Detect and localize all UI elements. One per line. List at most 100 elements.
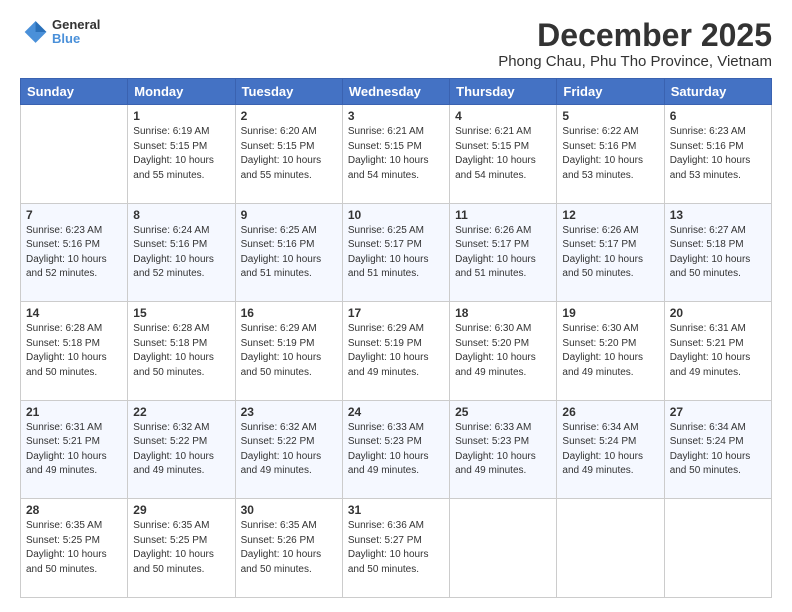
day-number: 2 bbox=[241, 109, 337, 123]
daylight-text: Daylight: 10 hours and 49 minutes. bbox=[241, 451, 322, 477]
sunrise-text: Sunrise: 6:26 AM bbox=[455, 225, 531, 236]
sunset-text: Sunset: 5:15 PM bbox=[241, 141, 315, 152]
day-info: Sunrise: 6:21 AM Sunset: 5:15 PM Dayligh… bbox=[348, 125, 444, 183]
daylight-text: Daylight: 10 hours and 49 minutes. bbox=[455, 352, 536, 378]
day-number: 15 bbox=[133, 306, 229, 320]
sunrise-text: Sunrise: 6:19 AM bbox=[133, 126, 209, 137]
daylight-text: Daylight: 10 hours and 49 minutes. bbox=[26, 451, 107, 477]
sunset-text: Sunset: 5:16 PM bbox=[133, 239, 207, 250]
table-row: 27 Sunrise: 6:34 AM Sunset: 5:24 PM Dayl… bbox=[664, 400, 771, 499]
sunrise-text: Sunrise: 6:28 AM bbox=[133, 323, 209, 334]
col-monday: Monday bbox=[128, 79, 235, 105]
day-number: 3 bbox=[348, 109, 444, 123]
day-number: 9 bbox=[241, 208, 337, 222]
day-info: Sunrise: 6:19 AM Sunset: 5:15 PM Dayligh… bbox=[133, 125, 229, 183]
title-block: December 2025 Phong Chau, Phu Tho Provin… bbox=[498, 18, 772, 70]
daylight-text: Daylight: 10 hours and 50 minutes. bbox=[133, 549, 214, 575]
day-info: Sunrise: 6:26 AM Sunset: 5:17 PM Dayligh… bbox=[562, 224, 658, 282]
day-info: Sunrise: 6:26 AM Sunset: 5:17 PM Dayligh… bbox=[455, 224, 551, 282]
col-friday: Friday bbox=[557, 79, 664, 105]
day-info: Sunrise: 6:20 AM Sunset: 5:15 PM Dayligh… bbox=[241, 125, 337, 183]
calendar-week-row: 7 Sunrise: 6:23 AM Sunset: 5:16 PM Dayli… bbox=[21, 203, 772, 302]
calendar-title: December 2025 bbox=[498, 18, 772, 53]
day-number: 14 bbox=[26, 306, 122, 320]
sunset-text: Sunset: 5:25 PM bbox=[133, 535, 207, 546]
sunrise-text: Sunrise: 6:21 AM bbox=[348, 126, 424, 137]
sunrise-text: Sunrise: 6:25 AM bbox=[348, 225, 424, 236]
sunset-text: Sunset: 5:16 PM bbox=[241, 239, 315, 250]
daylight-text: Daylight: 10 hours and 50 minutes. bbox=[26, 549, 107, 575]
day-info: Sunrise: 6:31 AM Sunset: 5:21 PM Dayligh… bbox=[26, 421, 122, 479]
day-number: 20 bbox=[670, 306, 766, 320]
sunrise-text: Sunrise: 6:23 AM bbox=[670, 126, 746, 137]
sunrise-text: Sunrise: 6:27 AM bbox=[670, 225, 746, 236]
logo-line2: Blue bbox=[52, 32, 100, 46]
day-info: Sunrise: 6:34 AM Sunset: 5:24 PM Dayligh… bbox=[562, 421, 658, 479]
calendar-header-row: Sunday Monday Tuesday Wednesday Thursday… bbox=[21, 79, 772, 105]
day-number: 23 bbox=[241, 405, 337, 419]
day-info: Sunrise: 6:25 AM Sunset: 5:16 PM Dayligh… bbox=[241, 224, 337, 282]
day-number: 21 bbox=[26, 405, 122, 419]
sunrise-text: Sunrise: 6:34 AM bbox=[562, 422, 638, 433]
day-info: Sunrise: 6:28 AM Sunset: 5:18 PM Dayligh… bbox=[26, 322, 122, 380]
table-row: 7 Sunrise: 6:23 AM Sunset: 5:16 PM Dayli… bbox=[21, 203, 128, 302]
daylight-text: Daylight: 10 hours and 50 minutes. bbox=[26, 352, 107, 378]
table-row: 3 Sunrise: 6:21 AM Sunset: 5:15 PM Dayli… bbox=[342, 105, 449, 204]
daylight-text: Daylight: 10 hours and 50 minutes. bbox=[241, 352, 322, 378]
daylight-text: Daylight: 10 hours and 49 minutes. bbox=[562, 451, 643, 477]
sunrise-text: Sunrise: 6:29 AM bbox=[348, 323, 424, 334]
sunset-text: Sunset: 5:22 PM bbox=[241, 436, 315, 447]
daylight-text: Daylight: 10 hours and 51 minutes. bbox=[455, 254, 536, 280]
day-number: 22 bbox=[133, 405, 229, 419]
day-info: Sunrise: 6:23 AM Sunset: 5:16 PM Dayligh… bbox=[670, 125, 766, 183]
day-info: Sunrise: 6:34 AM Sunset: 5:24 PM Dayligh… bbox=[670, 421, 766, 479]
col-saturday: Saturday bbox=[664, 79, 771, 105]
sunset-text: Sunset: 5:15 PM bbox=[133, 141, 207, 152]
sunrise-text: Sunrise: 6:20 AM bbox=[241, 126, 317, 137]
table-row bbox=[21, 105, 128, 204]
day-info: Sunrise: 6:22 AM Sunset: 5:16 PM Dayligh… bbox=[562, 125, 658, 183]
sunrise-text: Sunrise: 6:36 AM bbox=[348, 520, 424, 531]
sunset-text: Sunset: 5:27 PM bbox=[348, 535, 422, 546]
sunset-text: Sunset: 5:23 PM bbox=[455, 436, 529, 447]
table-row: 5 Sunrise: 6:22 AM Sunset: 5:16 PM Dayli… bbox=[557, 105, 664, 204]
table-row: 18 Sunrise: 6:30 AM Sunset: 5:20 PM Dayl… bbox=[450, 302, 557, 401]
sunset-text: Sunset: 5:18 PM bbox=[670, 239, 744, 250]
day-info: Sunrise: 6:33 AM Sunset: 5:23 PM Dayligh… bbox=[455, 421, 551, 479]
day-number: 6 bbox=[670, 109, 766, 123]
calendar-week-row: 14 Sunrise: 6:28 AM Sunset: 5:18 PM Dayl… bbox=[21, 302, 772, 401]
day-info: Sunrise: 6:35 AM Sunset: 5:25 PM Dayligh… bbox=[133, 519, 229, 577]
sunrise-text: Sunrise: 6:29 AM bbox=[241, 323, 317, 334]
sunset-text: Sunset: 5:15 PM bbox=[455, 141, 529, 152]
daylight-text: Daylight: 10 hours and 49 minutes. bbox=[455, 451, 536, 477]
daylight-text: Daylight: 10 hours and 55 minutes. bbox=[241, 155, 322, 181]
daylight-text: Daylight: 10 hours and 52 minutes. bbox=[26, 254, 107, 280]
table-row: 22 Sunrise: 6:32 AM Sunset: 5:22 PM Dayl… bbox=[128, 400, 235, 499]
daylight-text: Daylight: 10 hours and 54 minutes. bbox=[455, 155, 536, 181]
calendar-week-row: 21 Sunrise: 6:31 AM Sunset: 5:21 PM Dayl… bbox=[21, 400, 772, 499]
sunset-text: Sunset: 5:15 PM bbox=[348, 141, 422, 152]
sunrise-text: Sunrise: 6:33 AM bbox=[455, 422, 531, 433]
day-number: 25 bbox=[455, 405, 551, 419]
day-number: 26 bbox=[562, 405, 658, 419]
sunrise-text: Sunrise: 6:35 AM bbox=[133, 520, 209, 531]
daylight-text: Daylight: 10 hours and 50 minutes. bbox=[670, 451, 751, 477]
sunrise-text: Sunrise: 6:35 AM bbox=[241, 520, 317, 531]
day-info: Sunrise: 6:25 AM Sunset: 5:17 PM Dayligh… bbox=[348, 224, 444, 282]
sunrise-text: Sunrise: 6:35 AM bbox=[26, 520, 102, 531]
header: General Blue December 2025 Phong Chau, P… bbox=[20, 18, 772, 70]
sunset-text: Sunset: 5:21 PM bbox=[26, 436, 100, 447]
day-info: Sunrise: 6:28 AM Sunset: 5:18 PM Dayligh… bbox=[133, 322, 229, 380]
day-number: 24 bbox=[348, 405, 444, 419]
day-info: Sunrise: 6:30 AM Sunset: 5:20 PM Dayligh… bbox=[455, 322, 551, 380]
col-sunday: Sunday bbox=[21, 79, 128, 105]
table-row: 26 Sunrise: 6:34 AM Sunset: 5:24 PM Dayl… bbox=[557, 400, 664, 499]
table-row bbox=[664, 499, 771, 598]
day-info: Sunrise: 6:31 AM Sunset: 5:21 PM Dayligh… bbox=[670, 322, 766, 380]
day-info: Sunrise: 6:32 AM Sunset: 5:22 PM Dayligh… bbox=[133, 421, 229, 479]
sunrise-text: Sunrise: 6:33 AM bbox=[348, 422, 424, 433]
table-row: 6 Sunrise: 6:23 AM Sunset: 5:16 PM Dayli… bbox=[664, 105, 771, 204]
daylight-text: Daylight: 10 hours and 51 minutes. bbox=[241, 254, 322, 280]
sunrise-text: Sunrise: 6:26 AM bbox=[562, 225, 638, 236]
sunrise-text: Sunrise: 6:31 AM bbox=[670, 323, 746, 334]
